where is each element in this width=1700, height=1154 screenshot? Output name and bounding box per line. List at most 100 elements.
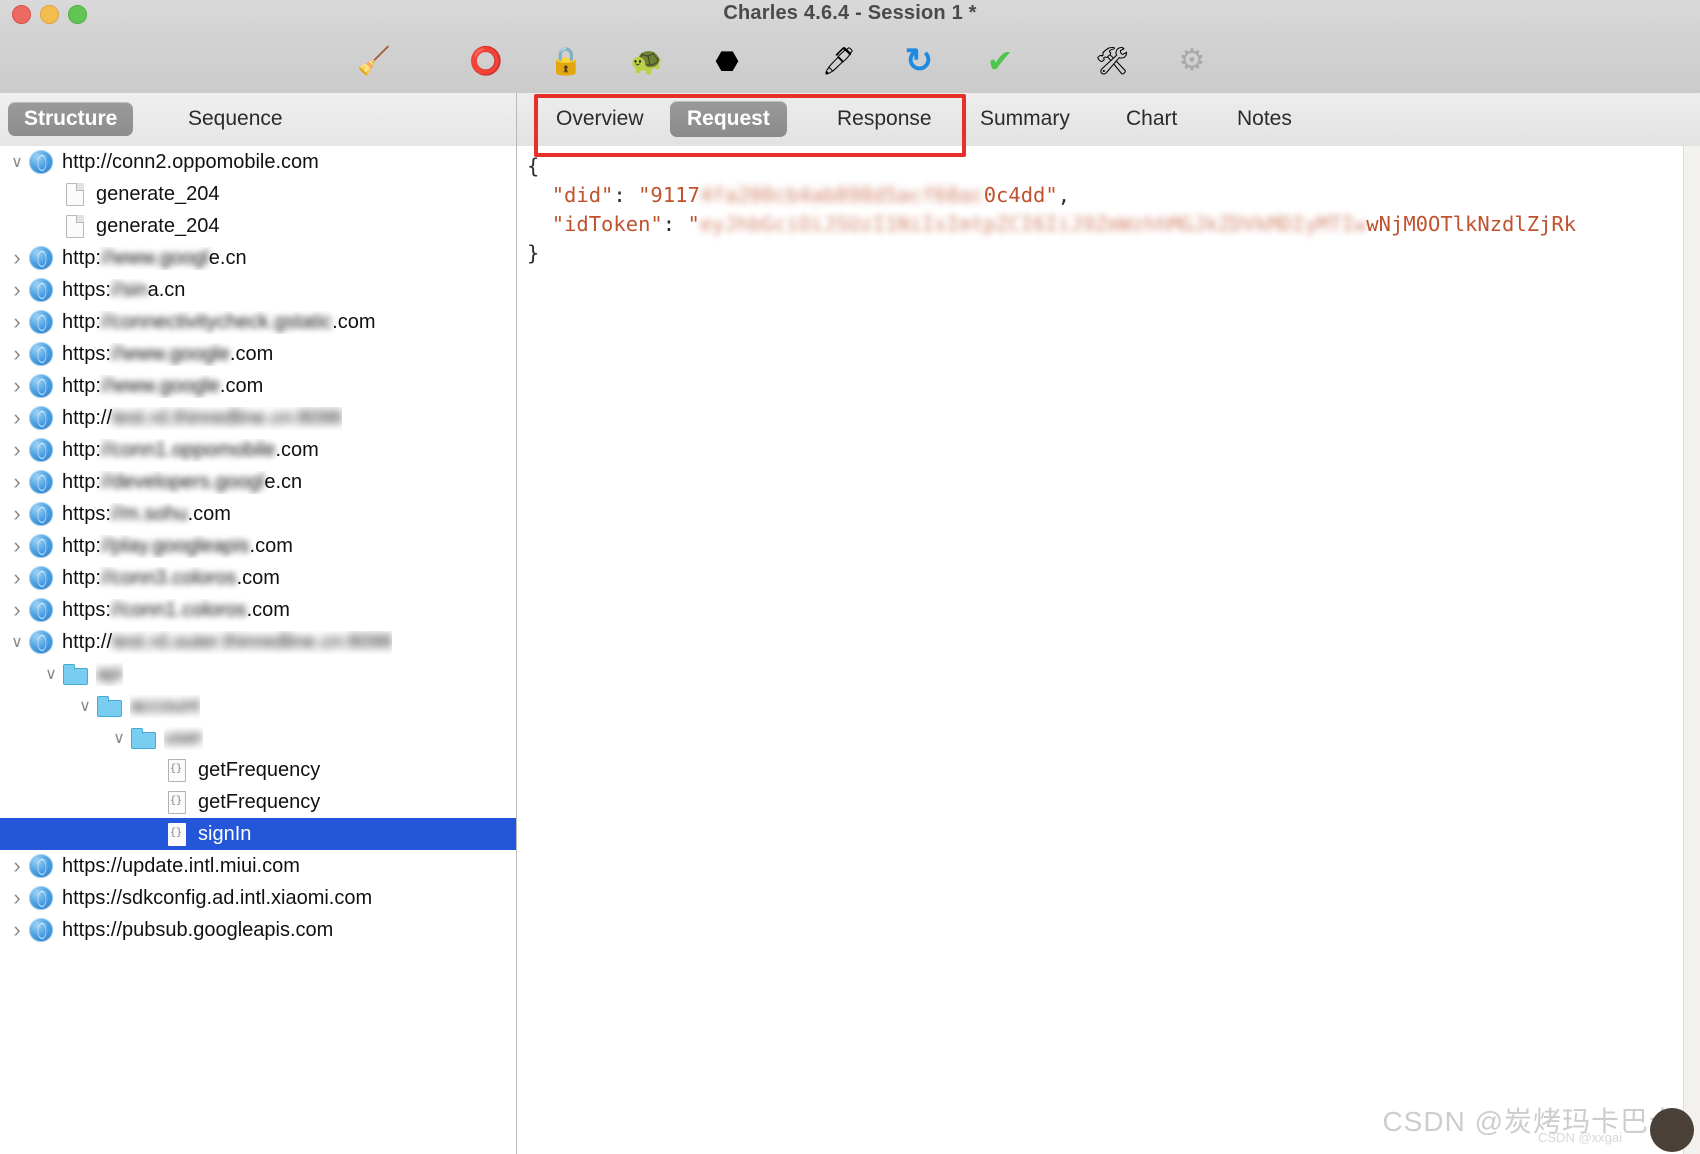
validate-icon[interactable]: ✔ xyxy=(978,39,1022,83)
globe-icon xyxy=(28,245,54,271)
chevron-right-icon[interactable] xyxy=(6,437,28,463)
tree-row-label: http://test.rd.outer.thinredline.cn:8098 xyxy=(62,631,392,654)
globe-icon xyxy=(28,629,54,655)
tree-row-label: http://conn1.oppomobile.com xyxy=(62,439,319,462)
tree-row[interactable]: user xyxy=(0,722,516,754)
tree-row[interactable]: https://www.google.com xyxy=(0,338,516,370)
chevron-down-icon[interactable] xyxy=(6,152,28,172)
tab-summary[interactable]: Summary xyxy=(963,101,1087,137)
tree-row-label: user xyxy=(164,727,203,750)
chevron-right-icon[interactable] xyxy=(6,373,28,399)
compose-icon[interactable]: 🖊 xyxy=(817,39,861,83)
tree-row[interactable]: http://connectivitycheck.gstatic.com xyxy=(0,306,516,338)
tree-row-selected[interactable]: signIn xyxy=(0,818,516,850)
tree-row[interactable]: http://www.google.cn xyxy=(0,242,516,274)
tree-row-label: https://conn1.coloros.com xyxy=(62,599,290,622)
chevron-down-icon[interactable] xyxy=(74,696,96,716)
tree-row[interactable]: http://test.rd.thinredline.cn:8098 xyxy=(0,402,516,434)
tree-row[interactable]: getFrequency xyxy=(0,786,516,818)
tree-row[interactable]: https://sdkconfig.ad.intl.xiaomi.com xyxy=(0,882,516,914)
session-tree[interactable]: http://conn2.oppomobile.comgenerate_204g… xyxy=(0,146,516,1154)
json-icon xyxy=(164,757,190,783)
json-icon xyxy=(164,821,190,847)
window-title: Charles 4.6.4 - Session 1 * xyxy=(0,0,1700,26)
tree-row[interactable]: getFrequency xyxy=(0,754,516,786)
globe-icon xyxy=(28,309,54,335)
tree-row-label: http://developers.google.cn xyxy=(62,471,302,494)
tree-view-switcher: Structure Sequence xyxy=(0,93,516,147)
chevron-right-icon[interactable] xyxy=(6,405,28,431)
chevron-right-icon[interactable] xyxy=(6,597,28,623)
chevron-right-icon[interactable] xyxy=(6,917,28,943)
tab-notes[interactable]: Notes xyxy=(1220,101,1309,137)
tree-row[interactable]: http://developers.google.cn xyxy=(0,466,516,498)
tab-request[interactable]: Request xyxy=(670,101,787,137)
detail-panel: Overview Request Response Summary Chart … xyxy=(517,93,1700,1154)
globe-icon xyxy=(28,373,54,399)
csdn-watermark: CSDN @炭烤玛卡巴卡 xyxy=(1382,1100,1678,1140)
ssl-proxying-icon[interactable]: 🔒 xyxy=(544,39,588,83)
page-icon xyxy=(62,213,88,239)
chevron-right-icon[interactable] xyxy=(6,501,28,527)
tree-row-label: https://sdkconfig.ad.intl.xiaomi.com xyxy=(62,887,372,910)
tree-row-label: account xyxy=(130,695,200,718)
chevron-right-icon[interactable] xyxy=(6,853,28,879)
json-line: { xyxy=(527,152,1576,181)
chevron-right-icon[interactable] xyxy=(6,565,28,591)
tree-row-label: http://connectivitycheck.gstatic.com xyxy=(62,311,375,334)
request-body-viewer[interactable]: { "did": "91174fa200cb4ab898d5acf68ac0c4… xyxy=(517,146,1684,1154)
folder-icon xyxy=(62,661,88,687)
tree-row[interactable]: http://play.googleapis.com xyxy=(0,530,516,562)
tree-row[interactable]: https://m.sohu.com xyxy=(0,498,516,530)
tree-row[interactable]: api xyxy=(0,658,516,690)
chevron-right-icon[interactable] xyxy=(6,341,28,367)
breakpoints-icon[interactable]: ⬣ xyxy=(705,39,749,83)
tools-icon[interactable]: 🛠 xyxy=(1090,39,1134,83)
tree-row[interactable]: http://test.rd.outer.thinredline.cn:8098 xyxy=(0,626,516,658)
globe-icon xyxy=(28,885,54,911)
tab-response[interactable]: Response xyxy=(820,101,949,137)
globe-icon xyxy=(28,149,54,175)
globe-icon xyxy=(28,437,54,463)
chevron-down-icon[interactable] xyxy=(6,632,28,652)
tree-row[interactable]: generate_204 xyxy=(0,210,516,242)
tree-row[interactable]: account xyxy=(0,690,516,722)
csdn-watermark-small: CSDN @xxgai xyxy=(1538,1130,1622,1145)
globe-icon xyxy=(28,341,54,367)
chevron-right-icon[interactable] xyxy=(6,309,28,335)
tree-row[interactable]: http://www.google.com xyxy=(0,370,516,402)
tab-chart[interactable]: Chart xyxy=(1109,101,1194,137)
settings-gear-icon[interactable]: ⚙ xyxy=(1170,39,1214,83)
clear-session-icon[interactable]: 🧹 xyxy=(352,39,396,83)
tree-row[interactable]: https://pubsub.googleapis.com xyxy=(0,914,516,946)
vertical-scrollbar[interactable] xyxy=(1683,146,1700,1154)
json-line: "idToken": "eyJhbGciOiJSUzI1NiIsImtpZCI6… xyxy=(527,210,1576,239)
tree-row[interactable]: https://conn1.coloros.com xyxy=(0,594,516,626)
tree-row[interactable]: http://conn3.coloros.com xyxy=(0,562,516,594)
repeat-icon[interactable]: ↻ xyxy=(897,39,941,83)
avatar xyxy=(1650,1108,1694,1152)
tree-row-label: http://test.rd.thinredline.cn:8098 xyxy=(62,407,342,430)
globe-icon xyxy=(28,597,54,623)
charles-app-window: Charles 4.6.4 - Session 1 * 🧹 ⭕ 🔒 🐢 ⬣ 🖊 … xyxy=(0,0,1700,1154)
chevron-right-icon[interactable] xyxy=(6,469,28,495)
chevron-down-icon[interactable] xyxy=(108,728,130,748)
chevron-right-icon[interactable] xyxy=(6,245,28,271)
tree-row[interactable]: https://sina.cn xyxy=(0,274,516,306)
chevron-right-icon[interactable] xyxy=(6,533,28,559)
tab-sequence[interactable]: Sequence xyxy=(172,102,299,136)
tab-overview[interactable]: Overview xyxy=(539,101,661,137)
chevron-right-icon[interactable] xyxy=(6,885,28,911)
tree-row-label: http://play.googleapis.com xyxy=(62,535,293,558)
throttling-icon[interactable]: 🐢 xyxy=(625,39,669,83)
page-icon xyxy=(62,181,88,207)
tree-row[interactable]: https://update.intl.miui.com xyxy=(0,850,516,882)
tree-row[interactable]: generate_204 xyxy=(0,178,516,210)
tab-structure[interactable]: Structure xyxy=(8,102,133,136)
chevron-right-icon[interactable] xyxy=(6,277,28,303)
tree-row[interactable]: http://conn1.oppomobile.com xyxy=(0,434,516,466)
tree-row[interactable]: http://conn2.oppomobile.com xyxy=(0,146,516,178)
detail-tab-bar: Overview Request Response Summary Chart … xyxy=(517,93,1700,147)
chevron-down-icon[interactable] xyxy=(40,664,62,684)
record-icon[interactable]: ⭕ xyxy=(464,39,508,83)
